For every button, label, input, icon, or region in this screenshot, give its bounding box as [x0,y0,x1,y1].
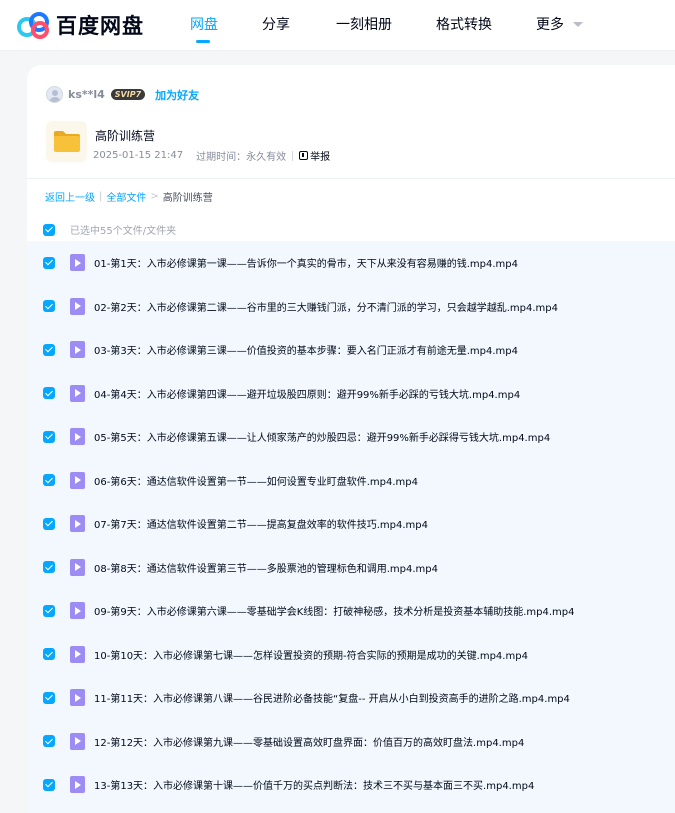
select-all-checkbox[interactable] [43,223,55,236]
file-row[interactable]: 09-第9天：入市必修课第六课——零基础学会K线图：打破神秘感，技术分析是投资基… [27,589,675,633]
app-logo[interactable]: 百度网盘 [17,10,144,40]
file-row[interactable]: 02-第2天：入市必修课第二课——谷市里的三大赚钱门派，分不清门派的学习，只会越… [27,285,675,329]
file-checkbox[interactable] [43,387,55,400]
file-checkbox[interactable] [43,343,55,356]
file-name[interactable]: 07-第7天：通达信软件设置第二节——提高复盘效率的软件技巧.mp4.mp4 [94,516,428,531]
nav-tab-share[interactable]: 分享 [262,14,290,34]
vip-badge: SVIP7 [110,89,146,100]
report-icon [299,151,309,160]
video-file-icon [70,515,85,533]
file-checkbox[interactable] [43,256,55,269]
video-file-icon [70,776,85,794]
video-file-icon [70,558,85,576]
file-name[interactable]: 13-第13天：入市必修课第十课——价值千万的买点判断法：技术三不买与基本面三不… [94,777,534,792]
expiry-text: 过期时间：永久有效 [196,152,287,163]
sharer-info: ks**l4 SVIP7 加为好友 [46,86,199,103]
file-name[interactable]: 05-第5天：入市必修课第五课——让人倾家荡产的炒股四忌：避开99%新手必踩得亏… [94,429,550,444]
file-name[interactable]: 09-第9天：入市必修课第六课——零基础学会K线图：打破神秘感，技术分析是投资基… [94,603,575,618]
file-name[interactable]: 12-第12天：入市必修课第九课——零基础设置高效盯盘界面：价值百万的高效盯盘法… [94,734,524,749]
file-row[interactable]: 01-第1天：入市必修课第一课——告诉你一个真实的骨市，天下从来没有容易赚的钱.… [27,241,675,285]
report-button[interactable]: 举报 [299,148,330,163]
nav-active-indicator [196,40,210,43]
file-checkbox[interactable] [43,474,55,487]
report-label: 举报 [310,152,331,163]
file-checkbox[interactable] [43,604,55,617]
file-row[interactable]: 10-第10天：入市必修课第七课——怎样设置投资的预期-符合实际的预期是成功的关… [27,633,675,677]
video-file-icon [70,732,85,750]
file-name[interactable]: 02-第2天：入市必修课第二课——谷市里的三大赚钱门派，分不清门派的学习，只会越… [94,299,558,314]
breadcrumb-back[interactable]: 返回上一级 [45,189,95,204]
file-row[interactable]: 05-第5天：入市必修课第五课——让人倾家荡产的炒股四忌：避开99%新手必踩得亏… [27,415,675,459]
video-file-icon [70,602,85,620]
video-file-icon [70,471,85,489]
video-file-icon [70,254,85,272]
file-checkbox[interactable] [43,648,55,661]
video-file-icon [70,428,85,446]
file-checkbox[interactable] [43,778,55,791]
file-checkbox[interactable] [43,735,55,748]
breadcrumb-current: 高阶训练营 [162,193,213,204]
file-checkbox[interactable] [43,517,55,530]
app-logo-text: 百度网盘 [56,14,144,38]
file-name[interactable]: 08-第8天：通达信软件设置第三节——多股票池的管理标色和调用.mp4.mp4 [94,560,438,575]
file-name[interactable]: 11-第11天：入市必修课第八课——谷民进阶必备技能“复盘-- 开启从小白到投资… [94,690,570,705]
breadcrumb-separator: | [99,191,103,202]
sharer-name[interactable]: ks**l4 [68,88,105,101]
video-file-icon [70,689,85,707]
share-date: 2025-01-15 21:47 [93,150,184,161]
selection-summary: 已选中55个文件/文件夹 [70,226,177,237]
add-friend-link[interactable]: 加为好友 [155,87,199,103]
video-file-icon [70,384,85,402]
avatar[interactable] [46,86,63,103]
nav-tab-convert[interactable]: 格式转换 [436,14,492,34]
file-row[interactable]: 11-第11天：入市必修课第八课——谷民进阶必备技能“复盘-- 开启从小白到投资… [27,676,675,720]
file-checkbox[interactable] [43,561,55,574]
file-row[interactable]: 03-第3天：入市必修课第三课——价值投资的基本步骤：要入名门正派才有前途无量.… [27,328,675,372]
folder-meta: 2025-01-15 21:47 过期时间：永久有效 举报 [93,148,330,163]
file-row[interactable]: 08-第8天：通达信软件设置第三节——多股票池的管理标色和调用.mp4.mp4 [27,546,675,590]
file-name[interactable]: 01-第1天：入市必修课第一课——告诉你一个真实的骨市，天下从来没有容易赚的钱.… [94,255,518,270]
file-row[interactable]: 13-第13天：入市必修课第十课——价值千万的买点判断法：技术三不买与基本面三不… [27,763,675,807]
chevron-down-icon[interactable] [573,22,583,27]
top-nav-bar: 百度网盘 网盘 分享 一刻相册 格式转换 更多 [0,0,675,51]
nav-tab-more[interactable]: 更多 [536,14,564,34]
file-row[interactable]: 07-第7天：通达信软件设置第二节——提高复盘效率的软件技巧.mp4.mp4 [27,502,675,546]
cloud-logo-icon [17,12,49,39]
breadcrumb-all-files[interactable]: 全部文件 [106,189,146,204]
file-checkbox[interactable] [43,300,55,313]
file-name[interactable]: 04-第4天：入市必修课第四课——避开垃圾股四原则：避开99%新手必踩的亏钱大坑… [94,386,520,401]
selection-bar: 已选中55个文件/文件夹 [43,222,176,237]
file-list: 01-第1天：入市必修课第一课——告诉你一个真实的骨市，天下从来没有容易赚的钱.… [27,241,675,813]
file-checkbox[interactable] [43,430,55,443]
share-card: ks**l4 SVIP7 加为好友 高阶训练营 2025-01-15 21:47… [27,65,675,813]
folder-title: 高阶训练营 [95,129,156,143]
file-name[interactable]: 10-第10天：入市必修课第七课——怎样设置投资的预期-符合实际的预期是成功的关… [94,647,528,662]
file-row[interactable]: 12-第12天：入市必修课第九课——零基础设置高效盯盘界面：价值百万的高效盯盘法… [27,720,675,764]
nav-tab-netdisk[interactable]: 网盘 [190,14,218,34]
file-row[interactable]: 06-第6天：通达信软件设置第一节——如何设置专业盯盘软件.mp4.mp4 [27,459,675,503]
file-name[interactable]: 06-第6天：通达信软件设置第一节——如何设置专业盯盘软件.mp4.mp4 [94,473,418,488]
breadcrumb-arrow: > [150,191,159,202]
file-row[interactable]: 04-第4天：入市必修课第四课——避开垃圾股四原则：避开99%新手必踩的亏钱大坑… [27,372,675,416]
meta-divider [292,150,294,161]
nav-tab-album[interactable]: 一刻相册 [336,14,392,34]
file-checkbox[interactable] [43,691,55,704]
folder-icon [54,131,80,152]
file-name[interactable]: 03-第3天：入市必修课第三课——价值投资的基本步骤：要入名门正派才有前途无量.… [94,342,518,357]
folder-thumbnail [46,121,87,162]
video-file-icon [70,645,85,663]
breadcrumb: 返回上一级 | 全部文件 > 高阶训练营 [45,189,213,204]
video-file-icon [70,341,85,359]
section-divider [27,178,675,179]
video-file-icon [70,297,85,315]
